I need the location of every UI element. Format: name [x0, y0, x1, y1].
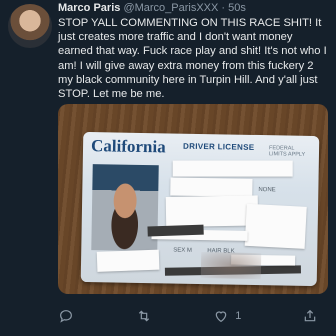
display-name[interactable]: Marco Paris — [58, 2, 120, 14]
tweet-header: Marco Paris @Marco_ParisXXX · 50s — [58, 2, 246, 14]
redaction-strip-6 — [96, 249, 160, 272]
like-count: 1 — [235, 310, 242, 322]
timestamp[interactable]: 50s — [228, 2, 246, 14]
card-field-none: NONE — [258, 187, 276, 194]
redaction-strip-1 — [172, 160, 293, 177]
ghost-image — [200, 252, 262, 280]
reply-button[interactable] — [58, 308, 74, 324]
avatar[interactable] — [8, 4, 52, 48]
dark-tape-1 — [147, 224, 204, 237]
federal-limits-note: FEDERAL LIMITS APPLY — [268, 145, 306, 158]
card-state-title: California — [90, 136, 166, 157]
like-button[interactable]: 1 — [213, 308, 241, 324]
license-photo — [91, 164, 159, 252]
redaction-strip-4 — [244, 203, 307, 249]
tweet-actions: 1 — [58, 306, 318, 326]
tweet-media-image[interactable]: California DRIVER LICENSE FEDERAL LIMITS… — [58, 104, 328, 294]
separator-dot: · — [221, 2, 226, 14]
heart-icon — [215, 311, 227, 323]
tweet-text: STOP YALL COMMENTING ON THIS RACE SHIT! … — [58, 17, 327, 101]
redaction-strip-3 — [165, 195, 259, 228]
tweet[interactable]: Marco Paris @Marco_ParisXXX · 50s STOP Y… — [0, 0, 336, 336]
driver-license-card: California DRIVER LICENSE FEDERAL LIMITS… — [80, 131, 320, 287]
share-icon — [304, 309, 316, 322]
redaction-strip-2 — [170, 177, 253, 197]
reply-icon — [60, 310, 72, 323]
share-button[interactable] — [302, 308, 318, 324]
card-field-sex: SEX M — [173, 247, 192, 254]
retweet-button[interactable] — [135, 308, 153, 324]
user-handle[interactable]: @Marco_ParisXXX — [123, 2, 218, 14]
card-type-label: DRIVER LICENSE — [183, 141, 255, 152]
retweet-icon — [138, 310, 149, 322]
